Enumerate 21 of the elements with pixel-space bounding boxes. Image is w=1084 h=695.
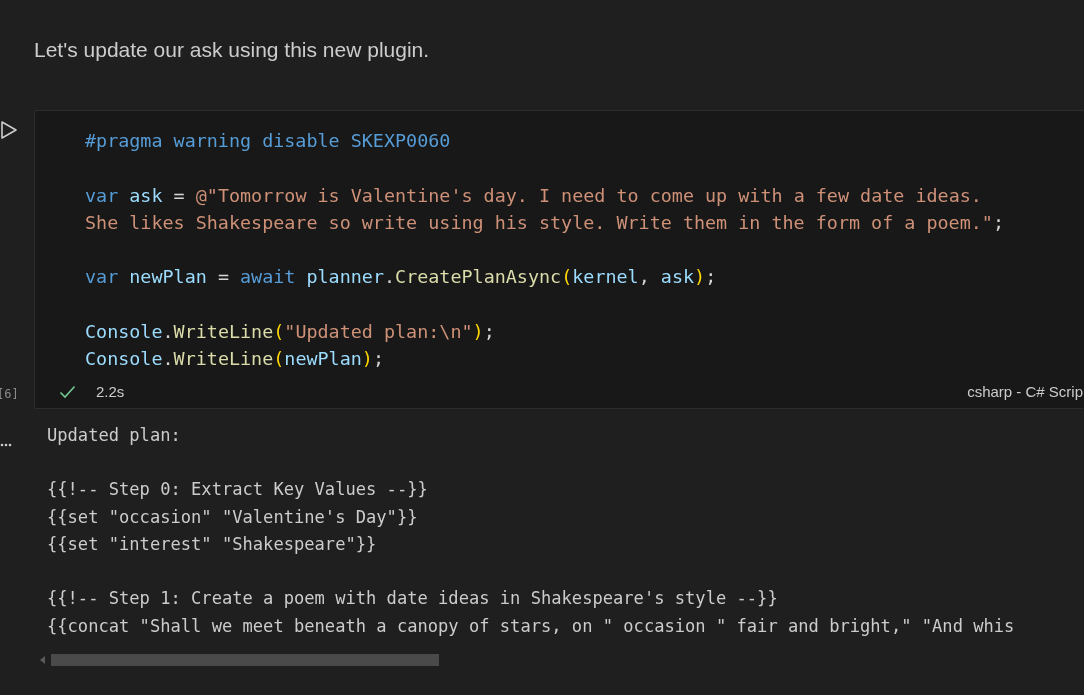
output-line: {{concat "Shall we meet beneath a canopy of stars, on " occasion " fair and bright," "And whis	[47, 614, 1015, 638]
language-label[interactable]: csharp - C# Scrip	[967, 383, 1083, 401]
scrollbar-thumb[interactable]	[51, 654, 439, 667]
run-icon[interactable]	[0, 120, 18, 140]
code-line: Console.WriteLine("Updated plan:\n");	[85, 320, 496, 345]
code-cell[interactable]	[34, 110, 1084, 409]
code-line: var ask = @"Tomorrow is Valentine's day. I need to come up with a few date ideas.	[85, 183, 983, 208]
code-line: Console.WriteLine(newPlan);	[85, 347, 385, 372]
execution-count: [6]	[0, 386, 20, 401]
code-line: #pragma warning disable SKEXP0060	[85, 129, 452, 153]
more-icon[interactable]	[0, 442, 12, 447]
markdown-text: Let's update our ask using this new plugin.	[34, 37, 431, 63]
output-line: {{!-- Step 1: Create a poem with date ideas in Shakespeare's style --}}	[47, 587, 779, 611]
code-line: var newPlan = await planner.CreatePlanAsync(kernel, ask);	[85, 265, 718, 290]
duration-text: 2.2s	[96, 383, 125, 401]
code-line: She likes Shakespeare so write using his style. Write them in the form of a poem.";	[85, 210, 1005, 235]
scroll-left-icon[interactable]	[40, 656, 45, 665]
output-line: {{!-- Step 0: Extract Key Values --}}	[47, 478, 429, 502]
output-line: Updated plan:	[47, 423, 182, 447]
output-line: {{set "occasion" "Valentine's Day"}}	[47, 505, 419, 529]
output-line: {{set "interest" "Shakespeare"}}	[47, 532, 378, 556]
